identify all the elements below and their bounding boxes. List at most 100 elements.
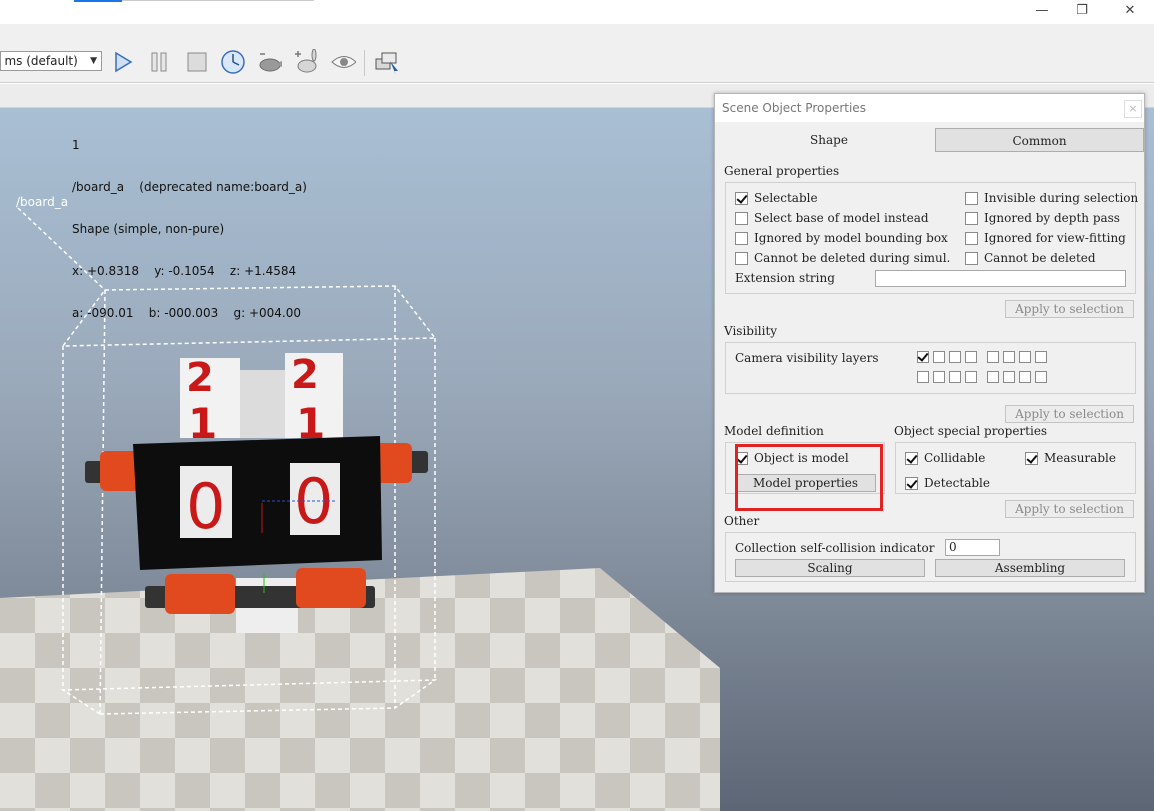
camera-layer-checkbox[interactable]	[1019, 371, 1031, 383]
checkbox-label: Invisible during selection	[984, 191, 1139, 205]
digit-mid-right: 1	[296, 399, 325, 448]
scaling-button[interactable]: Scaling	[735, 559, 925, 577]
invisible-selection-checkbox[interactable]: Invisible during selection	[965, 191, 1138, 205]
measurable-checkbox[interactable]: Measurable	[1025, 451, 1116, 465]
checkbox-box[interactable]	[735, 211, 748, 225]
checkbox-label: Selectable	[754, 191, 818, 205]
visibility-apply-button[interactable]: Apply to selection	[1005, 405, 1134, 423]
camera-layer-checkbox[interactable]	[933, 371, 945, 383]
restore-icon[interactable]: ❐	[1068, 2, 1096, 20]
checkbox-label: Ignored by depth pass	[984, 211, 1120, 225]
camera-layers-text: Camera visibility layers	[735, 351, 879, 365]
cannot-delete-checkbox[interactable]: Cannot be deleted	[965, 251, 1096, 265]
dialog-title: Scene Object Properties	[715, 94, 1144, 122]
chevron-down-icon: ▼	[90, 56, 97, 66]
bottom-left-wheel	[165, 574, 235, 614]
checkbox-box[interactable]	[1025, 451, 1038, 465]
camera-layer-checkbox[interactable]	[965, 371, 977, 383]
checkbox-box[interactable]	[965, 251, 978, 265]
checkbox-box[interactable]	[735, 191, 748, 205]
extension-string-label: Extension string	[735, 271, 835, 285]
camera-layer-checkbox[interactable]	[1003, 371, 1015, 383]
visualization-eye-icon[interactable]	[330, 49, 356, 75]
collection-indicator-input[interactable]: 0	[945, 539, 1000, 556]
collection-label-text: Collection self-collision indicator	[735, 541, 935, 555]
camera-layers-label: Camera visibility layers	[735, 351, 879, 365]
info-line: a: -090.01 b: -000.003 g: +004.00	[72, 306, 301, 320]
slower-turtle-icon[interactable]	[256, 49, 282, 75]
special-properties-title: Object special properties	[894, 424, 1048, 438]
digit-face-left: 0	[186, 470, 225, 543]
pause-icon[interactable]	[146, 49, 172, 75]
realtime-clock-icon[interactable]	[220, 49, 246, 75]
camera-layer-checkbox[interactable]	[1019, 351, 1031, 363]
info-line: 1	[72, 138, 80, 152]
camera-layer-checkbox[interactable]	[987, 371, 999, 383]
camera-layer-checkbox[interactable]	[917, 371, 929, 383]
checkbox-label: Collidable	[924, 451, 986, 465]
camera-layer-checkbox[interactable]	[949, 351, 961, 363]
visibility-group	[725, 342, 1136, 394]
checkbox-box[interactable]	[735, 231, 748, 245]
bottom-right-wheel	[296, 568, 366, 608]
general-apply-button[interactable]: Apply to selection	[1005, 300, 1134, 318]
other-title: Other	[724, 514, 760, 528]
checkbox-box[interactable]	[965, 191, 978, 205]
camera-layer-checkbox[interactable]	[1003, 351, 1015, 363]
digit-top-left: 2	[186, 355, 214, 401]
dialogs-windows-icon[interactable]	[374, 49, 400, 75]
dialog-close-icon[interactable]: ×	[1124, 100, 1142, 118]
selectable-checkbox[interactable]: Selectable	[735, 191, 818, 205]
time-step-value: 0 ms (default)	[0, 54, 78, 68]
checkbox-box[interactable]	[735, 251, 748, 265]
assembling-button[interactable]: Assembling	[935, 559, 1125, 577]
tab-divider	[122, 0, 314, 1]
tab-shape[interactable]: Shape	[720, 128, 938, 152]
camera-layer-checkbox[interactable]	[1035, 351, 1047, 363]
time-step-select[interactable]: 0 ms (default) ▼	[0, 51, 102, 71]
play-icon[interactable]	[110, 49, 136, 75]
checkbox-label: Select base of model instead	[754, 211, 929, 225]
checkbox-box[interactable]	[965, 231, 978, 245]
window-title-bar: — ❐ ✕	[0, 0, 1154, 24]
tab-common[interactable]: Common	[935, 128, 1144, 152]
camera-layer-checkbox[interactable]	[1035, 371, 1047, 383]
close-icon[interactable]: ✕	[1116, 2, 1144, 20]
visibility-title: Visibility	[724, 324, 778, 338]
checkbox-label: Ignored for view-fitting	[984, 231, 1126, 245]
object-info-overlay: 1 /board_a (deprecated name:board_a) Sha…	[72, 110, 307, 348]
digit-top-right: 2	[291, 352, 319, 398]
camera-layer-checkbox[interactable]	[933, 351, 945, 363]
checkbox-box[interactable]	[905, 476, 918, 490]
camera-layer-checkbox[interactable]	[987, 351, 999, 363]
checkbox-label: Cannot be deleted	[984, 251, 1096, 265]
info-line: Shape (simple, non-pure)	[72, 222, 225, 236]
center-gear	[240, 370, 285, 438]
special-apply-button[interactable]: Apply to selection	[1005, 500, 1134, 518]
simulation-toolbar: 0 ms (default) ▼	[0, 24, 1154, 83]
scene-object-properties-dialog: Scene Object Properties × Shape Common G…	[714, 93, 1145, 593]
extension-string-input[interactable]	[875, 270, 1126, 287]
collidable-checkbox[interactable]: Collidable	[905, 451, 985, 465]
active-tab-indicator	[74, 0, 122, 2]
toolbar-separator	[364, 50, 365, 76]
ignored-fitting-checkbox[interactable]: Ignored for view-fitting	[965, 231, 1126, 245]
faster-rabbit-icon[interactable]	[292, 49, 318, 75]
cannot-delete-sim-checkbox[interactable]: Cannot be deleted during simul.	[735, 251, 950, 265]
ignored-depth-checkbox[interactable]: Ignored by depth pass	[965, 211, 1120, 225]
checkbox-box[interactable]	[905, 451, 918, 465]
checkbox-label: Detectable	[924, 476, 990, 490]
extension-label-text: Extension string	[735, 271, 835, 285]
black-board-face	[133, 436, 382, 570]
checkbox-box[interactable]	[965, 211, 978, 225]
camera-layer-checkbox[interactable]	[949, 371, 961, 383]
camera-layer-checkbox[interactable]	[917, 351, 929, 363]
select-base-checkbox[interactable]: Select base of model instead	[735, 211, 929, 225]
detectable-checkbox[interactable]: Detectable	[905, 476, 990, 490]
camera-layer-checkbox[interactable]	[965, 351, 977, 363]
info-line: x: +0.8318 y: -0.1054 z: +1.4584	[72, 264, 297, 278]
digit-mid-left: 1	[188, 399, 217, 448]
minimize-icon[interactable]: —	[1028, 2, 1056, 20]
stop-icon[interactable]	[184, 49, 210, 75]
ignored-bounding-checkbox[interactable]: Ignored by model bounding box	[735, 231, 948, 245]
